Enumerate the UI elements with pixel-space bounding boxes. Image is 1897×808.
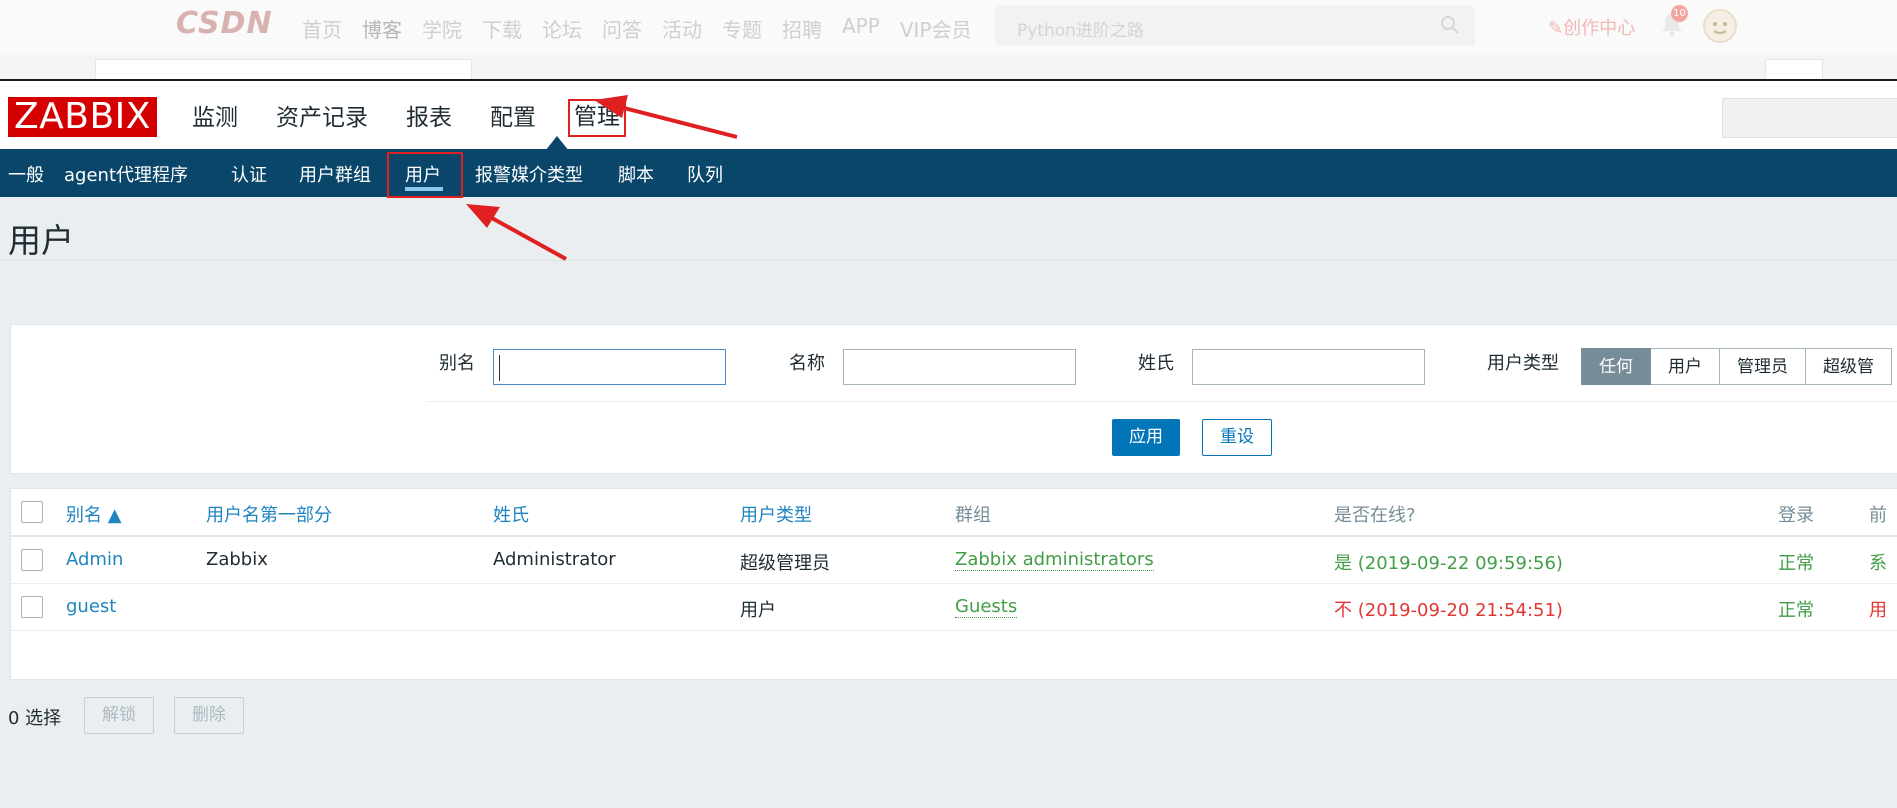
zabbix-logo[interactable]: ZABBIX [8, 97, 157, 137]
page-title: 用户 [8, 221, 74, 260]
csdn-search-box[interactable]: Python进阶之路 [995, 6, 1475, 46]
zabbix-header: ZABBIX 监测 资产记录 报表 配置 管理 [0, 79, 1897, 151]
submenu-general[interactable]: 一般 [8, 161, 44, 187]
csdn-nav-item[interactable]: 学院 [422, 14, 462, 43]
csdn-nav: 首页 博客 学院 下载 论坛 问答 活动 专题 招聘 APP VIP会员 [302, 14, 991, 43]
user-surname: Administrator [493, 549, 616, 570]
user-type-super-admin[interactable]: 超级管 [1806, 348, 1892, 385]
row-checkbox[interactable] [21, 549, 43, 571]
menu-configuration[interactable]: 配置 [486, 101, 540, 135]
unlock-button[interactable]: 解锁 [84, 697, 154, 734]
submenu-proxies[interactable]: agent代理程序 [64, 161, 188, 187]
submenu-queue[interactable]: 队列 [687, 161, 723, 187]
user-group-link[interactable]: Guests [955, 596, 1018, 618]
submenu-active-indicator [405, 187, 443, 191]
table-row: guest 用户 Guests 不 (2019-09-20 21:54:51) … [11, 584, 1897, 631]
browser-tab[interactable] [1765, 59, 1823, 80]
user-frontend-access[interactable]: 系 [1869, 549, 1887, 575]
submenu-media-types[interactable]: 报警媒介类型 [475, 161, 583, 187]
notification-badge: 10 [1671, 5, 1688, 22]
col-online: 是否在线? [1334, 505, 1416, 526]
alias-input[interactable] [493, 349, 726, 385]
user-type-any[interactable]: 任何 [1581, 348, 1651, 385]
col-login: 登录 [1778, 505, 1814, 526]
col-frontend: 前 [1869, 505, 1887, 526]
users-table: 别名 ▲ 用户名第一部分 姓氏 用户类型 群组 是否在线? 登录 前 Admin… [10, 488, 1897, 680]
delete-button[interactable]: 删除 [174, 697, 244, 734]
csdn-topbar: CSDN 首页 博客 学院 下载 论坛 问答 活动 专题 招聘 APP VIP会… [0, 0, 1897, 55]
csdn-logo[interactable]: CSDN [176, 6, 273, 41]
csdn-search-placeholder: Python进阶之路 [1017, 21, 1144, 41]
csdn-nav-item[interactable]: VIP会员 [900, 14, 972, 43]
user-type-selector: 任何 用户 管理员 超级管 [1581, 348, 1892, 385]
csdn-nav-item[interactable]: 专题 [722, 14, 762, 43]
user-login-status[interactable]: 正常 [1778, 549, 1814, 575]
user-type-admin[interactable]: 管理员 [1720, 348, 1806, 385]
col-user-type[interactable]: 用户类型 [740, 501, 812, 527]
alias-label: 别名 [439, 353, 475, 374]
col-alias[interactable]: 别名 ▲ [66, 501, 122, 527]
menu-reports[interactable]: 报表 [402, 101, 456, 135]
menu-inventory[interactable]: 资产记录 [272, 101, 372, 135]
submenu-scripts[interactable]: 脚本 [618, 161, 654, 187]
user-login-status[interactable]: 正常 [1778, 596, 1814, 622]
csdn-nav-item[interactable]: APP [842, 14, 880, 43]
csdn-nav-item[interactable]: 下载 [482, 14, 522, 43]
text-cursor [499, 355, 500, 381]
pen-icon: ✎ [1548, 18, 1564, 39]
csdn-nav-item[interactable]: 招聘 [782, 14, 822, 43]
sub-menu: 一般 agent代理程序 认证 用户群组 用户 报警媒介类型 脚本 队列 [0, 149, 1897, 198]
user-frontend-access[interactable]: 用 [1869, 596, 1887, 622]
table-header: 别名 ▲ 用户名第一部分 姓氏 用户类型 群组 是否在线? 登录 前 [11, 489, 1897, 537]
user-online-status: 不 (2019-09-20 21:54:51) [1334, 600, 1563, 621]
submenu-authentication[interactable]: 认证 [231, 161, 267, 187]
search-icon[interactable] [1439, 14, 1461, 36]
create-center-label: 创作中心 [1563, 18, 1636, 39]
user-alias-link[interactable]: guest [66, 596, 116, 617]
selected-count: 0 选择 [8, 708, 62, 729]
name-label: 名称 [789, 353, 825, 374]
surname-label: 姓氏 [1138, 353, 1174, 374]
user-type-user[interactable]: 用户 [1651, 348, 1720, 385]
user-online-status: 是 (2019-09-22 09:59:56) [1334, 553, 1563, 574]
filter-divider [426, 401, 1897, 402]
global-search-input[interactable] [1722, 98, 1897, 138]
title-divider [0, 260, 1897, 261]
filter-panel: 别名 名称 姓氏 用户类型 任何 用户 管理员 超级管 应用 重设 [10, 324, 1897, 474]
surname-input[interactable] [1192, 349, 1425, 385]
csdn-nav-item[interactable]: 论坛 [542, 14, 582, 43]
annotation-arrow-users [466, 204, 567, 261]
select-all-checkbox[interactable] [21, 501, 43, 523]
main-menu: 监测 资产记录 报表 配置 管理 [188, 99, 656, 137]
csdn-nav-item-active[interactable]: 博客 [362, 14, 402, 43]
user-name: Zabbix [206, 549, 268, 570]
user-alias-link[interactable]: Admin [66, 549, 123, 570]
name-input[interactable] [843, 349, 1076, 385]
col-surname[interactable]: 姓氏 [493, 501, 529, 527]
col-groups: 群组 [955, 505, 991, 526]
user-type-label: 用户类型 [1487, 353, 1559, 374]
csdn-nav-item[interactable]: 首页 [302, 14, 342, 43]
apply-button[interactable]: 应用 [1112, 419, 1180, 456]
csdn-nav-item[interactable]: 活动 [662, 14, 702, 43]
reset-button[interactable]: 重设 [1202, 419, 1272, 456]
browser-tab-strip [0, 55, 1897, 80]
col-name[interactable]: 用户名第一部分 [206, 501, 332, 527]
create-center-link[interactable]: ✎创作中心 [1548, 14, 1635, 40]
user-type: 超级管理员 [740, 553, 830, 574]
menu-administration[interactable]: 管理 [568, 99, 626, 137]
submenu-user-groups[interactable]: 用户群组 [299, 161, 371, 187]
browser-tab[interactable] [95, 59, 472, 80]
user-group-link[interactable]: Zabbix administrators [955, 549, 1154, 571]
avatar[interactable] [1702, 8, 1738, 44]
csdn-nav-item[interactable]: 问答 [602, 14, 642, 43]
row-checkbox[interactable] [21, 596, 43, 618]
table-row: Admin Zabbix Administrator 超级管理员 Zabbix … [11, 537, 1897, 584]
menu-monitoring[interactable]: 监测 [188, 101, 242, 135]
annotation-highlight-box [387, 152, 463, 198]
user-type: 用户 [740, 600, 776, 621]
